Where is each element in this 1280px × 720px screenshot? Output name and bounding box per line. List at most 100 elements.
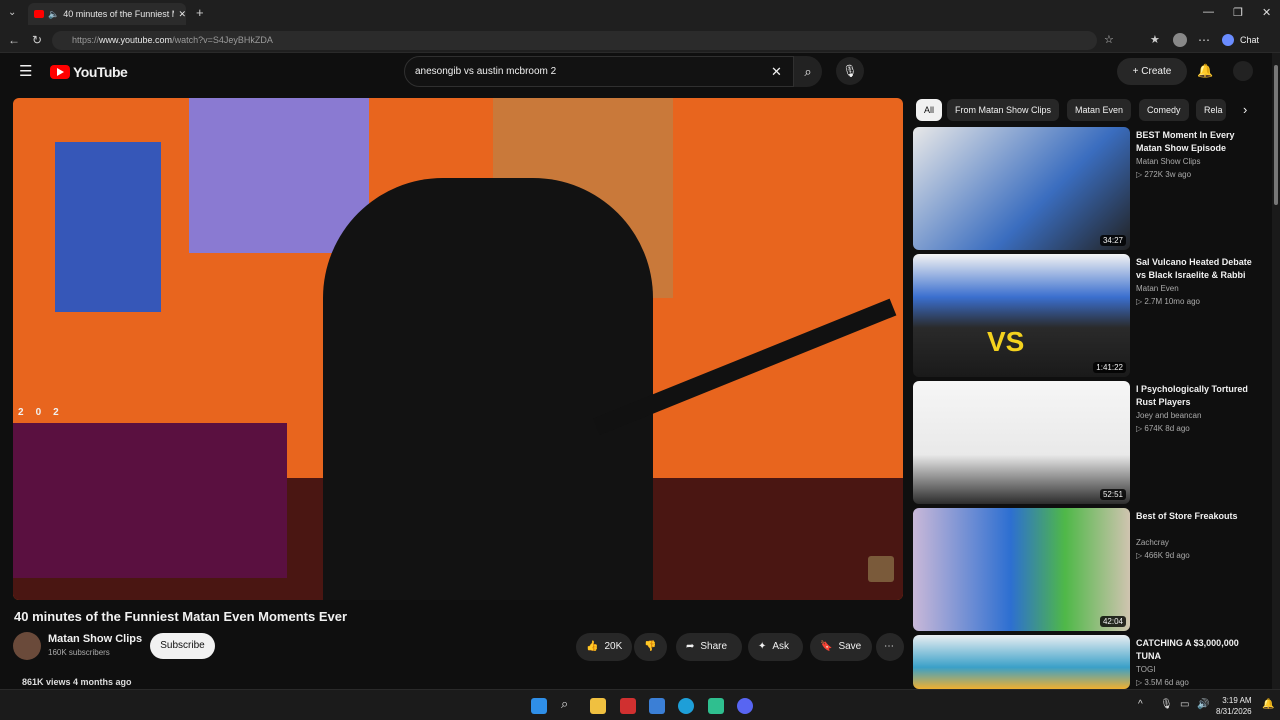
search-input[interactable]: anesongib vs austin mcbroom 2 ✕ bbox=[404, 56, 794, 87]
video-thumbnail[interactable]: 34:27 bbox=[913, 127, 1130, 250]
recommendation-channel[interactable]: Matan Even bbox=[1136, 284, 1179, 293]
video-title: 40 minutes of the Funniest Matan Even Mo… bbox=[14, 609, 348, 624]
video-thumbnail[interactable]: 52:51 bbox=[913, 381, 1130, 504]
video-thumbnail[interactable] bbox=[913, 635, 1130, 689]
network-icon[interactable]: ▭ bbox=[1180, 699, 1189, 710]
notification-center-icon[interactable]: 🔔 bbox=[1262, 699, 1274, 710]
channel-name[interactable]: Matan Show Clips bbox=[48, 633, 142, 645]
video-thumbnail[interactable]: VS 1:41:22 bbox=[913, 254, 1130, 377]
clock-time: 3:19 AM bbox=[1222, 696, 1252, 705]
address-bar[interactable]: https://www.youtube.com/watch?v=S4JeyBHk… bbox=[52, 31, 1097, 50]
chip-comedy[interactable]: Comedy bbox=[1139, 99, 1189, 121]
recommendation-title[interactable]: Sal Vulcano Heated Debate vs Black Israe… bbox=[1136, 256, 1261, 282]
search-button[interactable]: ⌕ bbox=[794, 56, 822, 87]
podcast-guest bbox=[323, 178, 653, 600]
minimize-icon[interactable]: — bbox=[1203, 6, 1214, 18]
recommendation-item[interactable]: 42:04 Best of Store Freakouts Zachcray ▷… bbox=[913, 508, 1268, 631]
channel-avatar[interactable] bbox=[13, 632, 41, 660]
recommendation-meta: ▷ 272K 3w ago bbox=[1136, 170, 1192, 179]
chat-button[interactable]: Chat bbox=[1240, 35, 1259, 45]
recommendation-channel[interactable]: Matan Show Clips bbox=[1136, 157, 1200, 166]
recommendation-title[interactable]: Best of Store Freakouts bbox=[1136, 510, 1261, 523]
like-button[interactable]: 👍 20K bbox=[576, 633, 632, 661]
mic-tray-icon[interactable]: 🎙 bbox=[1160, 699, 1173, 710]
like-count: 20K bbox=[604, 641, 623, 652]
kick-stat: 2 bbox=[53, 407, 59, 418]
recommendation-channel[interactable]: TOGI bbox=[1136, 665, 1155, 674]
dislike-button[interactable]: 👎 bbox=[634, 633, 667, 661]
speaker-icon[interactable]: 🔈 bbox=[48, 9, 59, 20]
photos-icon[interactable] bbox=[649, 698, 665, 714]
wall-poster bbox=[55, 142, 161, 312]
clear-search-icon[interactable]: ✕ bbox=[771, 57, 782, 86]
scrollbar-thumb[interactable] bbox=[1274, 65, 1278, 205]
windows-taskbar: ⌕ ^ 🎙 ▭ 🔊 3:19 AM 8/31/2026 🔔 bbox=[0, 689, 1280, 720]
recommendation-channel[interactable]: Zachcray bbox=[1136, 538, 1169, 547]
chevron-right-icon[interactable]: › bbox=[1243, 102, 1247, 117]
recommendation-item[interactable]: VS 1:41:22 Sal Vulcano Heated Debate vs … bbox=[913, 254, 1268, 377]
video-player[interactable]: 2 0 2 bbox=[13, 98, 903, 600]
recommendation-meta: ▷ 674K 8d ago bbox=[1136, 424, 1190, 433]
duration-badge: 1:41:22 bbox=[1093, 362, 1126, 373]
app-icon-2[interactable] bbox=[708, 698, 724, 714]
star-icon[interactable]: ☆ bbox=[1104, 33, 1114, 46]
search-taskbar-icon[interactable]: ⌕ bbox=[561, 696, 577, 712]
chip-matan-even[interactable]: Matan Even bbox=[1067, 99, 1132, 121]
file-explorer-icon[interactable] bbox=[590, 698, 606, 714]
profile-icon[interactable] bbox=[1173, 33, 1187, 47]
url-host: www.youtube.com bbox=[99, 35, 173, 45]
create-button[interactable]: + Create bbox=[1117, 58, 1187, 85]
close-tab-icon[interactable]: ✕ bbox=[178, 9, 186, 20]
subscribe-button[interactable]: Subscribe bbox=[150, 633, 215, 659]
clock-date: 8/31/2026 bbox=[1216, 707, 1252, 716]
channel-watermark[interactable] bbox=[868, 556, 894, 582]
recommendation-item[interactable]: 34:27 BEST Moment In Every Matan Show Ep… bbox=[913, 127, 1268, 250]
views-and-date: 861K views 4 months ago bbox=[22, 677, 132, 687]
discord-icon[interactable] bbox=[737, 698, 753, 714]
close-window-icon[interactable]: ✕ bbox=[1262, 6, 1271, 19]
more-menu-icon[interactable]: ⋯ bbox=[1198, 33, 1210, 47]
refresh-icon[interactable]: ↻ bbox=[32, 33, 42, 47]
tab-list-icon[interactable]: ⌄ bbox=[8, 7, 16, 18]
notifications-bell-icon[interactable]: 🔔 bbox=[1197, 63, 1213, 79]
edge-browser-icon[interactable] bbox=[678, 698, 694, 714]
browser-toolbar: ← ↻ https://www.youtube.com/watch?v=S4Je… bbox=[0, 28, 1280, 53]
video-thumbnail[interactable]: 42:04 bbox=[913, 508, 1130, 631]
back-icon[interactable]: ← bbox=[8, 33, 20, 47]
account-avatar[interactable] bbox=[1233, 61, 1253, 81]
system-clock[interactable]: 3:19 AM 8/31/2026 bbox=[1216, 695, 1252, 717]
new-tab-button[interactable]: + bbox=[196, 5, 204, 20]
tray-chevron-icon[interactable]: ^ bbox=[1138, 699, 1143, 710]
chip-from-channel[interactable]: From Matan Show Clips bbox=[947, 99, 1060, 121]
save-button[interactable]: 🔖 Save bbox=[810, 633, 872, 661]
page-scrollbar[interactable] bbox=[1272, 53, 1280, 689]
app-icon[interactable] bbox=[620, 698, 636, 714]
recommendation-item[interactable]: 52:51 I Psychologically Tortured Rust Pl… bbox=[913, 381, 1268, 504]
url-prefix: https:// bbox=[72, 35, 100, 45]
recommendation-title[interactable]: I Psychologically Tortured Rust Players bbox=[1136, 383, 1261, 409]
thumbs-down-icon: 👎 bbox=[644, 641, 657, 652]
start-menu-icon[interactable] bbox=[531, 698, 547, 714]
hamburger-menu-icon[interactable]: ☰ bbox=[19, 62, 32, 80]
share-button[interactable]: ➦ Share bbox=[676, 633, 742, 661]
recommendation-title[interactable]: CATCHING A $3,000,000 TUNA bbox=[1136, 637, 1261, 663]
recommendation-item[interactable]: CATCHING A $3,000,000 TUNA TOGI ▷ 3.5M 6… bbox=[913, 635, 1268, 689]
ask-button[interactable]: ✦ Ask bbox=[748, 633, 803, 661]
volume-icon[interactable]: 🔊 bbox=[1197, 699, 1209, 710]
microphone-icon: 🎙 bbox=[842, 64, 858, 78]
recommendation-title[interactable]: BEST Moment In Every Matan Show Episode bbox=[1136, 129, 1261, 155]
recommendation-meta: ▷ 466K 9d ago bbox=[1136, 551, 1190, 560]
youtube-play-icon bbox=[50, 65, 70, 79]
favorites-icon[interactable]: ★ bbox=[1150, 33, 1160, 46]
youtube-logo[interactable]: YouTube bbox=[50, 64, 128, 80]
more-actions-button[interactable]: ⋯ bbox=[876, 633, 904, 661]
browser-tab-youtube[interactable]: 🔈 40 minutes of the Funniest M ✕ bbox=[28, 3, 186, 25]
save-label: Save bbox=[838, 641, 862, 652]
chip-all[interactable]: All bbox=[916, 99, 943, 121]
url-path: /watch?v=S4JeyBHkZDA bbox=[172, 35, 273, 45]
voice-search-button[interactable]: 🎙 bbox=[836, 57, 864, 85]
restore-icon[interactable]: ❐ bbox=[1233, 6, 1243, 19]
recommendation-channel[interactable]: Joey and beancan bbox=[1136, 411, 1201, 420]
chip-related[interactable]: Rela bbox=[1196, 99, 1226, 121]
subscriber-count: 160K subscribers bbox=[48, 648, 110, 657]
